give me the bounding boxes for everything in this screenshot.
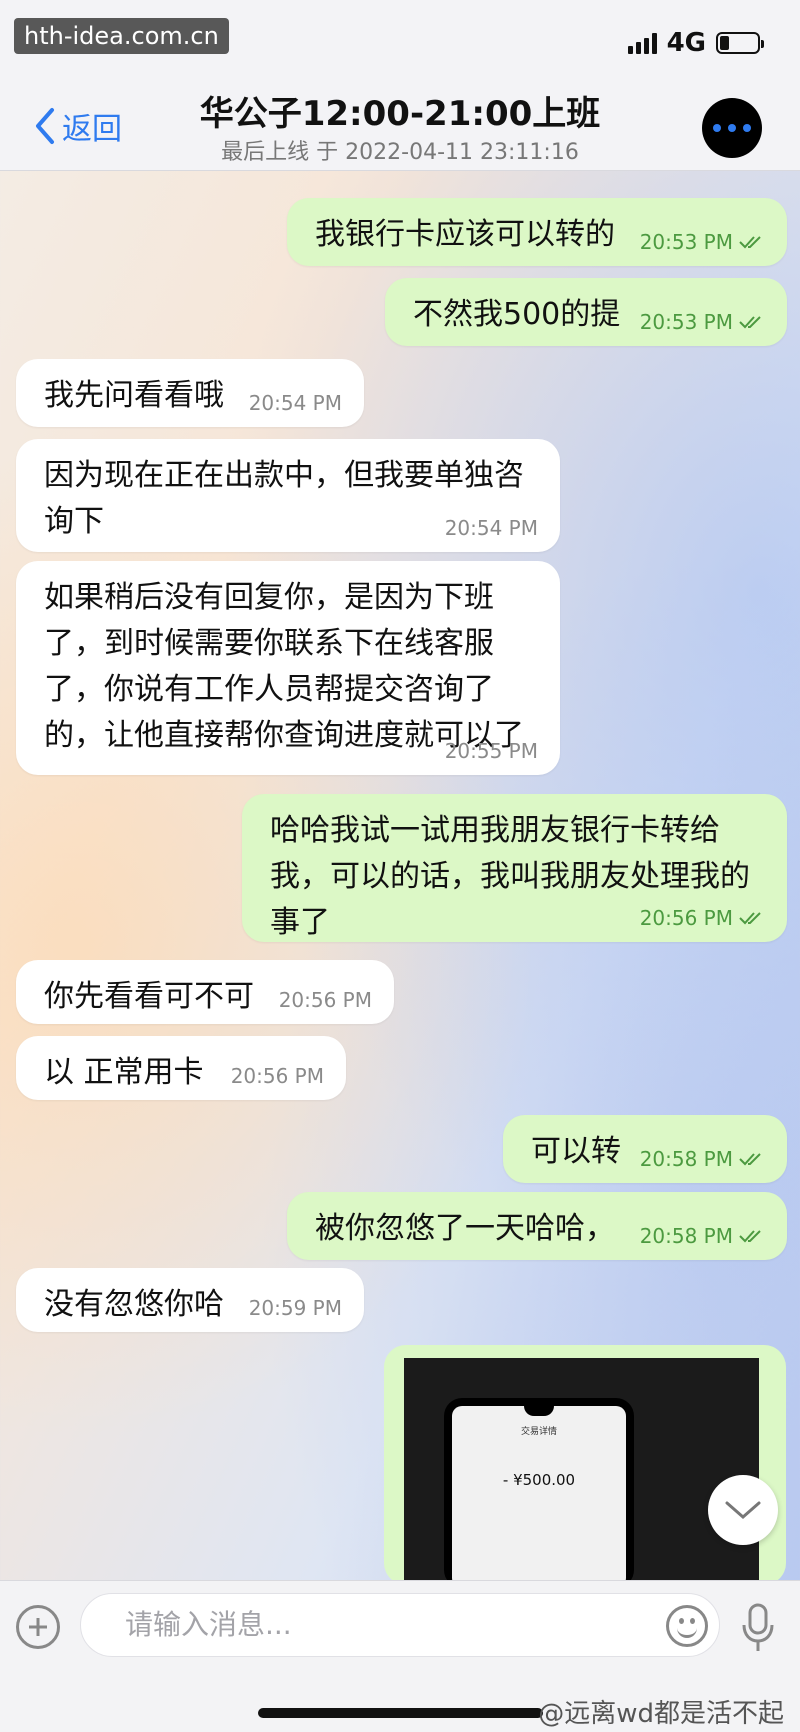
message-text: 被你忽悠了一天哈哈， [315, 1211, 615, 1246]
phone-in-photo: 交易详情 - ¥500.00 [444, 1398, 634, 1585]
message-meta: 20:58 PM [640, 1147, 765, 1171]
message-text: 没有忽悠你哈 [44, 1287, 224, 1322]
transaction-amount: - ¥500.00 [502, 1471, 576, 1489]
message-time: 20:54 PM [444, 516, 538, 540]
phone-screen: 交易详情 - ¥500.00 [452, 1406, 626, 1585]
message-bubble-outgoing[interactable]: 哈哈我试一试用我朋友银行卡转给我，可以的话，我叫我朋友处理我的事了 20:56 … [242, 794, 787, 942]
message-text: 以 正常用卡 [44, 1055, 204, 1090]
message-meta: 20:55 PM [445, 739, 538, 763]
message-time: 20:58 PM [639, 1224, 733, 1248]
message-meta: 20:54 PM [445, 516, 538, 540]
emoji-button[interactable] [666, 1605, 708, 1647]
watermark-bottom: @远离wd都是活不起 [538, 1699, 784, 1729]
double-check-icon [739, 1153, 761, 1166]
message-time: 20:59 PM [248, 1296, 342, 1320]
message-bubble-incoming[interactable]: 没有忽悠你哈 20:59 PM [16, 1268, 364, 1332]
message-bubble-outgoing[interactable]: 被你忽悠了一天哈哈， 20:58 PM [287, 1192, 787, 1260]
message-time: 20:53 PM [639, 310, 733, 334]
battery-icon [716, 32, 764, 54]
last-seen-text: 最后上线 于 2022-04-11 23:11:16 [221, 140, 579, 165]
message-time: 20:53 PM [639, 230, 733, 254]
message-time: 20:58 PM [639, 1147, 733, 1171]
message-meta: 20:58 PM [640, 1224, 765, 1248]
message-time: 20:55 PM [444, 739, 538, 763]
message-bubble-incoming[interactable]: 你先看看可不可 20:56 PM [16, 960, 394, 1024]
scroll-to-bottom-button[interactable] [708, 1475, 778, 1545]
message-text: 可以转 [531, 1134, 621, 1169]
plus-icon [29, 1618, 47, 1636]
message-text: 我先问看看哦 [44, 378, 224, 413]
home-indicator [258, 1708, 543, 1718]
message-text: 你先看看可不可 [44, 979, 254, 1014]
more-options-button[interactable] [702, 98, 762, 158]
message-meta: 20:59 PM [249, 1296, 342, 1320]
message-bubble-incoming[interactable]: 我先问看看哦 20:54 PM [16, 359, 364, 427]
add-attachment-button[interactable] [16, 1605, 60, 1649]
message-meta: 20:56 PM [640, 906, 765, 930]
microphone-button[interactable] [738, 1601, 778, 1657]
message-meta: 20:56 PM [279, 988, 372, 1012]
message-bubble-incoming[interactable]: 如果稍后没有回复你，是因为下班了，到时候需要你联系下在线客服了，你说有工作人员帮… [16, 561, 560, 775]
message-time: 20:56 PM [230, 1064, 324, 1088]
double-check-icon [739, 1230, 761, 1243]
status-bar-right: 4G [627, 28, 764, 58]
message-input[interactable]: 请输入消息... [80, 1593, 720, 1657]
signal-icon [627, 32, 657, 54]
microphone-icon [742, 1603, 774, 1651]
message-bubble-outgoing[interactable]: 不然我500的提 20:53 PM [385, 278, 787, 346]
message-bubble-incoming[interactable]: 以 正常用卡 20:56 PM [16, 1036, 346, 1100]
message-time: 20:56 PM [278, 988, 372, 1012]
chevron-down-icon [725, 1501, 761, 1519]
transaction-title: 交易详情 [520, 1427, 557, 1437]
double-check-icon [739, 912, 761, 925]
message-meta: 20:53 PM [640, 310, 765, 334]
double-check-icon [739, 316, 761, 329]
network-type: 4G [666, 28, 706, 58]
message-meta: 20:54 PM [249, 391, 342, 415]
watermark-top: hth-idea.com.cn [14, 18, 229, 54]
double-check-icon [739, 236, 761, 249]
message-bubble-outgoing[interactable]: 我银行卡应该可以转的 20:53 PM [287, 198, 787, 266]
chat-header: hth-idea.com.cn 4G 返回 华公子12:00-21:00上班 最… [0, 0, 800, 171]
image-message-bubble[interactable]: 交易详情 - ¥500.00 [384, 1345, 786, 1585]
message-time: 20:54 PM [248, 391, 342, 415]
message-bubble-outgoing[interactable]: 可以转 20:58 PM [503, 1115, 787, 1183]
message-bubble-incoming[interactable]: 因为现在正在出款中，但我要单独咨询下 20:54 PM [16, 439, 560, 552]
message-text: 我银行卡应该可以转的 [315, 217, 615, 252]
chat-title: 华公子12:00-21:00上班 [199, 94, 601, 134]
more-dots-icon [713, 124, 721, 132]
message-text: 不然我500的提 [413, 297, 621, 332]
message-time: 20:56 PM [639, 906, 733, 930]
photo-attachment[interactable]: 交易详情 - ¥500.00 [404, 1358, 759, 1585]
message-text: 如果稍后没有回复你，是因为下班了，到时候需要你联系下在线客服了，你说有工作人员帮… [44, 580, 524, 753]
message-meta: 20:53 PM [640, 230, 765, 254]
message-meta: 20:56 PM [231, 1064, 324, 1088]
